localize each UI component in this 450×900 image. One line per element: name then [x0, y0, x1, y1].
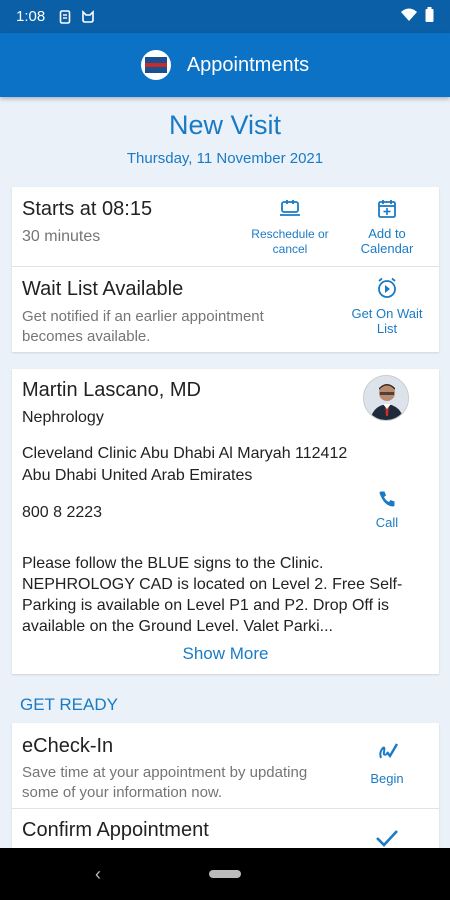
echeckin-description: Save time at your appointment by updatin…: [22, 764, 308, 801]
address-line2: Abu Dhabi United Arab Emirates: [22, 467, 253, 484]
reschedule-button[interactable]: Reschedule or cancel: [250, 199, 330, 257]
reschedule-icon: [278, 199, 302, 227]
get-ready-card: eCheck-In Save time at your appointment …: [12, 723, 439, 853]
alarm-clock-icon: [376, 277, 398, 306]
calendar-label: Add to Calendar: [360, 226, 414, 256]
wait-list-row: Wait List Available Get notified if an e…: [12, 267, 439, 352]
app-bar: Appointments: [0, 33, 450, 97]
provider-specialty: Nephrology: [22, 409, 104, 426]
duration: 30 minutes: [22, 228, 101, 245]
storage-icon: [59, 9, 71, 24]
app-title: Appointments: [186, 53, 310, 76]
schedule-card: Starts at 08:15 30 minutes Reschedule or…: [12, 187, 439, 352]
cat-icon: [81, 9, 95, 24]
home-pill-icon[interactable]: [209, 870, 241, 878]
calendar-icon: [377, 199, 397, 226]
battery-icon: [425, 7, 434, 26]
pen-check-icon: [375, 740, 399, 771]
directions-text: Please follow the BLUE signs to the Clin…: [22, 555, 403, 635]
wifi-icon: [401, 8, 417, 26]
provider-avatar: [363, 375, 409, 421]
provider-name: Martin Lascano, MD: [22, 379, 201, 401]
wait-list-label: Get On Wait List: [351, 306, 423, 336]
wait-list-title: Wait List Available: [22, 278, 184, 300]
confirm-appointment-row[interactable]: Confirm Appointment: [12, 809, 439, 853]
echeckin-row[interactable]: eCheck-In Save time at your appointment …: [12, 723, 439, 809]
call-button[interactable]: Call: [362, 490, 412, 530]
provider-address: Cleveland Clinic Abu Dhabi Al Maryah 112…: [22, 443, 392, 487]
get-ready-header: GET READY: [20, 695, 118, 714]
status-time: 1:08: [16, 8, 46, 25]
app-logo-icon: [140, 50, 171, 80]
provider-card: Martin Lascano, MD Nephrology Cleveland …: [12, 369, 439, 674]
begin-label: Begin: [370, 771, 404, 786]
get-on-wait-list-button[interactable]: Get On Wait List: [342, 277, 432, 336]
address-line1: Cleveland Clinic Abu Dhabi Al Maryah 112…: [22, 445, 348, 462]
start-time: Starts at 08:15: [22, 198, 153, 220]
reschedule-label: Reschedule or cancel: [251, 227, 329, 256]
start-time-row: Starts at 08:15 30 minutes Reschedule or…: [12, 187, 439, 267]
wait-list-description: Get notified if an earlier appointment b…: [22, 308, 264, 345]
provider-phone: 800 8 2223: [22, 504, 103, 521]
system-nav-bar: ‹: [0, 848, 450, 900]
back-icon[interactable]: ‹: [95, 864, 101, 885]
page-title: New Visit: [168, 110, 282, 140]
call-label: Call: [375, 515, 399, 530]
begin-button[interactable]: Begin: [357, 740, 417, 786]
show-more-button[interactable]: Show More: [12, 644, 439, 664]
appointment-date: Thursday, 11 November 2021: [126, 150, 324, 167]
echeckin-title: eCheck-In: [22, 735, 114, 757]
add-to-calendar-button[interactable]: Add to Calendar: [352, 199, 422, 256]
phone-icon: [378, 490, 396, 515]
status-bar: 1:08: [0, 0, 450, 33]
confirm-appointment-title: Confirm Appointment: [22, 819, 209, 841]
